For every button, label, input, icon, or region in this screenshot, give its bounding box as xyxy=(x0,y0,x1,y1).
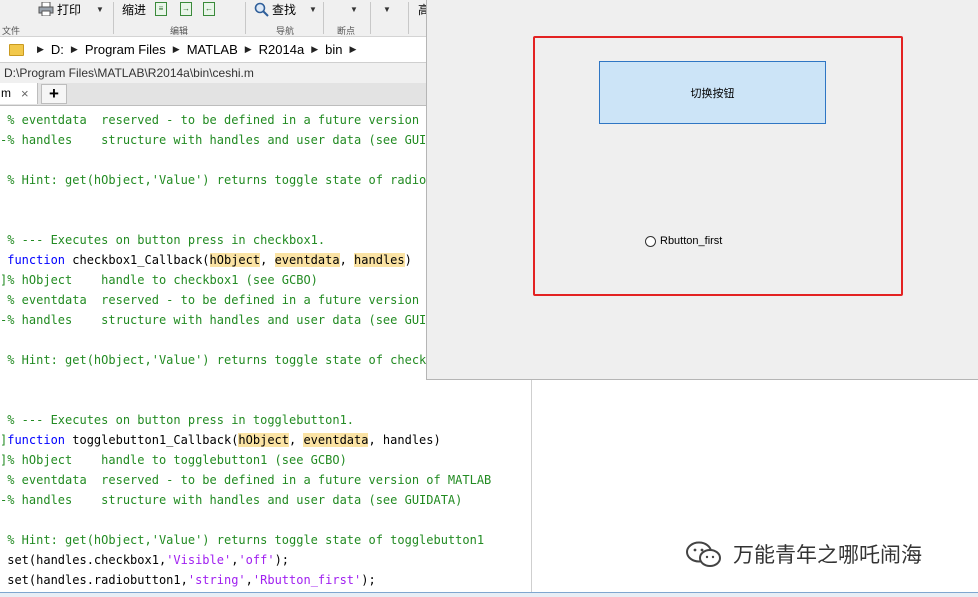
radio-circle-icon[interactable] xyxy=(645,235,656,247)
breadcrumb-item[interactable]: bin xyxy=(325,42,342,57)
breakpoint-button[interactable]: ▼ xyxy=(350,1,358,17)
smart-indent-icon[interactable]: ≡ xyxy=(155,2,168,16)
code-string: 'Rbutton_first' xyxy=(252,573,362,587)
folder-icon[interactable] xyxy=(9,43,24,56)
indent-decrease-icon[interactable]: ← xyxy=(203,2,216,16)
code-keyword: function xyxy=(7,433,66,447)
code-string: 'Visible' xyxy=(166,553,232,567)
code-line[interactable]: function checkbox1_Callback(hObject, eve… xyxy=(0,250,412,270)
chevron-down-icon[interactable]: ▼ xyxy=(96,5,104,14)
toolbar-divider xyxy=(323,2,324,34)
chevron-down-icon[interactable]: ▼ xyxy=(350,5,358,14)
code-line[interactable]: set(handles.radiobutton1,'string','Rbutt… xyxy=(0,570,375,590)
breadcrumb-item[interactable]: Program Files xyxy=(85,42,166,57)
print-button[interactable]: 打印 ▼ xyxy=(38,1,104,17)
code-line[interactable]: % --- Executes on button press in toggle… xyxy=(0,410,354,430)
code-param: hObject xyxy=(209,253,261,267)
status-bar-edge xyxy=(0,592,978,597)
code-line[interactable]: ]function togglebutton1_Callback(hObject… xyxy=(0,430,441,450)
indent-label: 缩进 xyxy=(122,2,147,17)
print-label: 打印 xyxy=(57,2,82,17)
code-line[interactable]: -% handles structure with handles and us… xyxy=(0,310,462,330)
chevron-right-icon[interactable]: ▶ xyxy=(37,44,44,55)
code-param: hObject xyxy=(238,433,289,447)
magnifier-icon xyxy=(254,2,269,17)
tab-label: m xyxy=(1,86,11,100)
tab-ceshi-m[interactable]: m × xyxy=(0,83,38,104)
toolbar-divider xyxy=(113,2,114,34)
breadcrumb-item[interactable]: MATLAB xyxy=(187,42,238,57)
indent-increase-icon[interactable]: → xyxy=(180,2,193,16)
chevron-right-icon[interactable]: ▶ xyxy=(173,44,180,55)
toolbar-divider xyxy=(370,2,371,34)
code-line[interactable]: set(handles.checkbox1,'Visible','off'); xyxy=(0,550,289,570)
find-label: 查找 xyxy=(272,2,297,17)
chevron-right-icon[interactable]: ▶ xyxy=(71,44,78,55)
code-keyword: function xyxy=(7,253,66,267)
code-line[interactable]: % Hint: get(hObject,'Value') returns tog… xyxy=(0,170,477,190)
code-string: 'string' xyxy=(187,573,246,587)
code-line[interactable]: ]% hObject handle to checkbox1 (see GCBO… xyxy=(0,270,318,290)
breadcrumb-item[interactable]: D: xyxy=(51,42,64,57)
file-section-caption: 文件 xyxy=(2,26,21,36)
code-param: eventdata xyxy=(303,433,369,447)
breakpoint-section-caption: 断点 xyxy=(337,26,356,36)
new-tab-button[interactable]: + xyxy=(41,84,67,104)
code-line[interactable]: % eventdata reserved - to be defined in … xyxy=(0,470,491,490)
code-line[interactable]: % eventdata reserved - to be defined in … xyxy=(0,290,491,310)
close-icon[interactable]: × xyxy=(21,83,29,104)
toolbar-divider xyxy=(408,2,409,34)
edit-section-caption: 编辑 xyxy=(170,26,189,36)
gui-figure-window: 切换按钮 Rbutton_first xyxy=(426,0,978,380)
chevron-right-icon[interactable]: ▶ xyxy=(245,44,252,55)
indent-group: 缩进 ≡ → ← xyxy=(122,1,216,17)
toggle-button-label: 切换按钮 xyxy=(690,87,735,100)
code-param: eventdata xyxy=(274,253,340,267)
navigate-section-caption: 导航 xyxy=(276,26,295,36)
code-line[interactable]: ]% hObject handle to togglebutton1 (see … xyxy=(0,450,347,470)
code-string: 'off' xyxy=(238,553,275,567)
chevron-right-icon[interactable]: ▶ xyxy=(350,44,357,55)
code-line[interactable]: -% handles structure with handles and us… xyxy=(0,490,462,510)
code-line[interactable]: % Hint: get(hObject,'Value') returns tog… xyxy=(0,350,455,370)
printer-icon xyxy=(38,2,54,16)
code-line[interactable]: -% handles structure with handles and us… xyxy=(0,130,462,150)
toggle-button[interactable]: 切换按钮 xyxy=(599,61,826,124)
radio-button-label: Rbutton_first xyxy=(660,235,723,247)
code-line[interactable]: % Hint: get(hObject,'Value') returns tog… xyxy=(0,530,484,550)
code-line[interactable]: % --- Executes on button press in checkb… xyxy=(0,230,325,250)
code-param: handles xyxy=(354,253,405,267)
breadcrumb-item[interactable]: R2014a xyxy=(259,42,305,57)
code-line[interactable]: % eventdata reserved - to be defined in … xyxy=(0,110,491,130)
chevron-down-icon[interactable]: ▼ xyxy=(383,5,391,14)
watermark: 万能青年之哪吒闹海 xyxy=(685,538,922,570)
chevron-down-icon[interactable]: ▼ xyxy=(309,5,317,14)
radio-button[interactable]: Rbutton_first xyxy=(645,235,722,247)
wechat-icon xyxy=(686,541,721,567)
more-button[interactable]: ▼ xyxy=(383,1,391,17)
toolbar-divider xyxy=(245,2,246,34)
find-button[interactable]: 查找 ▼ xyxy=(254,1,317,17)
watermark-text: 万能青年之哪吒闹海 xyxy=(733,543,922,567)
chevron-right-icon[interactable]: ▶ xyxy=(311,44,318,55)
